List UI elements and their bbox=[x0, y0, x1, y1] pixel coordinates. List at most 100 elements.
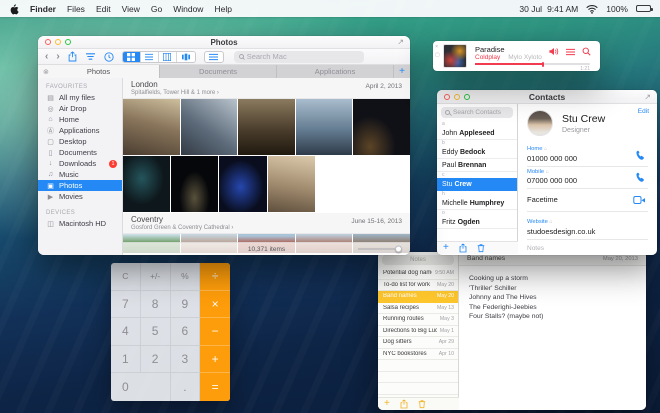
calc-key-5[interactable]: 5 bbox=[141, 318, 171, 346]
photo-thumbnail[interactable] bbox=[181, 99, 238, 155]
wifi-icon[interactable] bbox=[586, 4, 598, 14]
menu-finder[interactable]: Finder bbox=[30, 4, 56, 14]
contact-row[interactable]: JohnAppleseed bbox=[437, 127, 517, 140]
phone-home-field[interactable]: Home ⌂ 01000 000 000 bbox=[527, 144, 648, 167]
sidebar-item-airdrop[interactable]: ◎Air Drop bbox=[38, 103, 122, 114]
close-button[interactable] bbox=[45, 39, 51, 45]
phone-icon[interactable] bbox=[635, 149, 646, 160]
calc-key-4[interactable]: 4 bbox=[111, 318, 141, 346]
menu-clock[interactable]: 30 Jul 9:41 AM bbox=[519, 4, 578, 14]
history-clock-icon[interactable] bbox=[104, 52, 114, 62]
note-row-selected[interactable]: Band namesMay 20 bbox=[378, 291, 458, 303]
calc-key-decimal[interactable]: . bbox=[171, 373, 201, 401]
fullscreen-icon[interactable]: ↗ bbox=[644, 92, 651, 101]
contact-row[interactable]: PaulBrennan bbox=[437, 159, 517, 172]
add-note-button[interactable]: + bbox=[384, 399, 390, 409]
calc-key-0[interactable]: 0 bbox=[111, 373, 171, 401]
progress-bar[interactable] bbox=[475, 63, 590, 65]
note-row[interactable]: NYC bookstoresApr 10 bbox=[378, 349, 458, 361]
photo-thumbnail[interactable] bbox=[171, 156, 218, 212]
sort-icon[interactable] bbox=[85, 52, 96, 61]
column-view-icon[interactable] bbox=[159, 52, 177, 62]
edit-button[interactable]: Edit bbox=[638, 108, 649, 115]
slider-knob[interactable] bbox=[395, 246, 402, 253]
sidebar-item-downloads[interactable]: ↓Downloads1 bbox=[38, 158, 122, 169]
photo-group-header-coventry[interactable]: Coventry Gosford Green & Coventry Cathed… bbox=[123, 213, 410, 234]
album-name[interactable]: Mylo Xyloto bbox=[508, 54, 542, 61]
contact-row[interactable]: MichelleHumphrey bbox=[437, 197, 517, 210]
sidebar-item-photos-selected[interactable]: ▣Photos bbox=[38, 180, 122, 191]
calc-key-8[interactable]: 8 bbox=[141, 291, 171, 319]
close-icon[interactable]: × bbox=[435, 45, 438, 51]
photo-thumbnail[interactable] bbox=[353, 99, 410, 155]
contact-row-selected[interactable]: StuCrew bbox=[437, 178, 517, 191]
calc-key-minus[interactable]: − bbox=[200, 318, 230, 346]
close-tab-icon[interactable]: ⊗ bbox=[43, 68, 49, 76]
calc-key-plus[interactable]: + bbox=[200, 346, 230, 374]
calc-key-divide[interactable]: ÷ bbox=[200, 263, 230, 291]
note-row[interactable]: Salsa recipesMay 13 bbox=[378, 303, 458, 315]
trash-icon[interactable] bbox=[418, 399, 426, 409]
menu-go[interactable]: Go bbox=[151, 4, 162, 14]
search-input[interactable]: Search Mac bbox=[234, 51, 364, 63]
zoom-button[interactable] bbox=[65, 39, 71, 45]
sidebar-item-movies[interactable]: ▶Movies bbox=[38, 191, 122, 202]
share-icon[interactable] bbox=[459, 243, 467, 253]
contact-row[interactable]: EddyBedock bbox=[437, 146, 517, 159]
tab-photos[interactable]: ⊗ Photos bbox=[38, 65, 160, 78]
expand-icon[interactable]: ▢ bbox=[435, 53, 440, 58]
volume-icon[interactable] bbox=[549, 47, 559, 56]
minimize-button[interactable] bbox=[55, 39, 61, 45]
calc-key-percent[interactable]: % bbox=[171, 263, 201, 291]
menu-help[interactable]: Help bbox=[214, 4, 231, 14]
calc-key-3[interactable]: 3 bbox=[171, 346, 201, 374]
calc-key-multiply[interactable]: × bbox=[200, 291, 230, 319]
sidebar-item-all-my-files[interactable]: ▤All my files bbox=[38, 92, 122, 103]
back-button[interactable]: ‹ bbox=[45, 52, 48, 62]
contact-row[interactable]: FritzOgden bbox=[437, 216, 517, 229]
list-view-icon[interactable] bbox=[141, 52, 159, 62]
video-camera-icon[interactable] bbox=[633, 196, 646, 205]
menu-view[interactable]: View bbox=[122, 4, 140, 14]
note-row[interactable]: Directions to Big LuckMay 1 bbox=[378, 326, 458, 338]
sidebar-item-music[interactable]: ♫Music bbox=[38, 169, 122, 180]
calc-key-clear[interactable]: C bbox=[111, 263, 141, 291]
calc-key-2[interactable]: 2 bbox=[141, 346, 171, 374]
progress-knob[interactable] bbox=[542, 62, 544, 67]
facetime-field[interactable]: Facetime bbox=[527, 189, 648, 212]
share-icon[interactable] bbox=[400, 399, 408, 409]
note-row[interactable]: To-do list for workMay 20 bbox=[378, 280, 458, 292]
menu-edit[interactable]: Edit bbox=[96, 4, 111, 14]
notes-search-field[interactable]: Notes bbox=[382, 255, 454, 265]
close-button[interactable] bbox=[444, 94, 450, 100]
phone-icon[interactable] bbox=[635, 172, 646, 183]
tab-documents[interactable]: Documents bbox=[160, 65, 277, 78]
forward-button[interactable]: › bbox=[56, 52, 59, 62]
fullscreen-icon[interactable]: ↗ bbox=[397, 38, 404, 47]
share-icon[interactable] bbox=[68, 51, 77, 62]
tab-applications[interactable]: Applications bbox=[277, 65, 394, 78]
photo-thumbnail[interactable] bbox=[123, 156, 170, 212]
photo-thumbnail[interactable] bbox=[268, 156, 315, 212]
photo-thumbnail[interactable] bbox=[238, 99, 295, 155]
phone-mobile-field[interactable]: Mobile ⌂ 07000 000 000 bbox=[527, 167, 648, 190]
contacts-search-field[interactable]: Search Contacts bbox=[441, 107, 513, 118]
zoom-button[interactable] bbox=[464, 94, 470, 100]
notes-placeholder[interactable]: Notes bbox=[527, 240, 648, 252]
calc-key-plusminus[interactable]: +/- bbox=[141, 263, 171, 291]
calc-key-7[interactable]: 7 bbox=[111, 291, 141, 319]
photo-group-header-london[interactable]: London Spitalfields, Tower Hill & 1 more… bbox=[123, 78, 410, 99]
trash-icon[interactable] bbox=[477, 243, 485, 253]
grid-view-icon[interactable] bbox=[123, 52, 141, 62]
search-icon[interactable] bbox=[582, 47, 591, 56]
artist-name[interactable]: Coldplay bbox=[475, 54, 500, 61]
photo-thumbnail[interactable] bbox=[296, 99, 353, 155]
sidebar-item-macintosh-hd[interactable]: ◫Macintosh HD bbox=[38, 218, 122, 229]
sidebar-item-applications[interactable]: ⒶApplications bbox=[38, 125, 122, 136]
calc-key-1[interactable]: 1 bbox=[111, 346, 141, 374]
note-row[interactable]: Running routesMay 3 bbox=[378, 314, 458, 326]
contacts-titlebar[interactable]: Contacts ↗ bbox=[437, 90, 657, 104]
calc-key-6[interactable]: 6 bbox=[171, 318, 201, 346]
menu-window[interactable]: Window bbox=[173, 4, 203, 14]
minimize-button[interactable] bbox=[454, 94, 460, 100]
